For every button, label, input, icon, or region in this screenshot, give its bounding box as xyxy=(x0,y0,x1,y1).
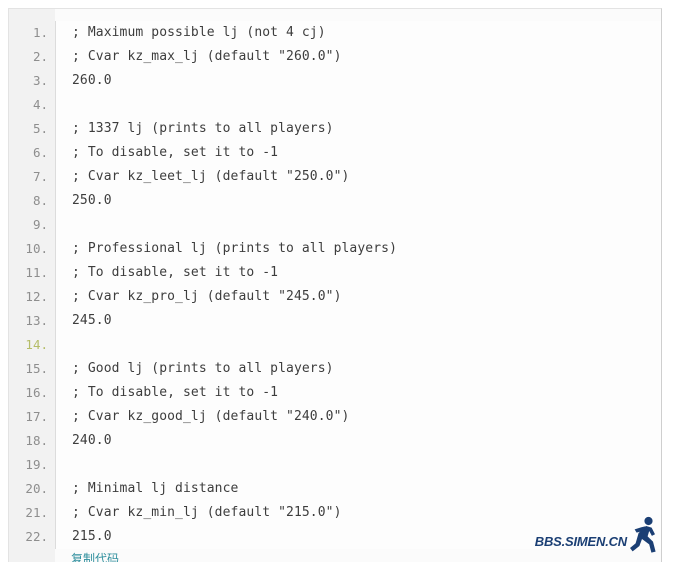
code-line: 1. ; Maximum possible lj (not 4 cj) xyxy=(33,21,661,45)
line-number: 2. xyxy=(32,49,48,64)
code-line-text: 260.0 xyxy=(72,73,112,88)
code-line: 5. ; 1337 lj (prints to all players) xyxy=(33,117,661,141)
code-line-text: ; Cvar kz_pro_lj (default "245.0") xyxy=(72,289,342,304)
code-line-text: ; Cvar kz_leet_lj (default "250.0") xyxy=(72,169,350,184)
line-number: 14. xyxy=(25,337,48,352)
code-line: 4. xyxy=(33,93,661,117)
code-line-text: ; Professional lj (prints to all players… xyxy=(72,241,397,256)
line-number: 10. xyxy=(25,241,48,256)
code-line-text: 240.0 xyxy=(72,433,112,448)
code-line: 9. xyxy=(33,213,661,237)
code-line-text: ; Cvar kz_max_lj (default "260.0") xyxy=(72,49,342,64)
code-line: 22. 215.0 xyxy=(25,525,661,549)
code-line-text: ; Minimal lj distance xyxy=(72,481,239,496)
code-line: 20. ; Minimal lj distance xyxy=(25,477,661,501)
line-number: 7. xyxy=(32,169,48,184)
line-number: 13. xyxy=(25,313,48,328)
line-number: 3. xyxy=(32,73,48,88)
code-line: 2. ; Cvar kz_max_lj (default "260.0") xyxy=(33,45,661,69)
code-line: 15. ; Good lj (prints to all players) xyxy=(25,357,661,381)
code-line: 21. ; Cvar kz_min_lj (default "215.0") xyxy=(25,501,661,525)
code-line: 18. 240.0 xyxy=(25,429,661,453)
code-line-list: 1. ; Maximum possible lj (not 4 cj) 2. ; Cv… xyxy=(9,21,661,549)
code-line: 3. 260.0 xyxy=(33,69,661,93)
code-line: 19. xyxy=(25,453,661,477)
code-line-text: 215.0 xyxy=(72,529,112,544)
code-scroll-area[interactable]: 1. ; Maximum possible lj (not 4 cj) 2. ; Cv… xyxy=(9,9,661,562)
code-line: 12. ; Cvar kz_pro_lj (default "245.0") xyxy=(25,285,661,309)
copy-code-link[interactable]: 复制代码 xyxy=(71,552,119,562)
code-line: 7. ; Cvar kz_leet_lj (default "250.0") xyxy=(33,165,661,189)
line-number: 8. xyxy=(32,193,48,208)
code-line: 14. xyxy=(25,333,661,357)
line-number: 21. xyxy=(25,505,48,520)
line-number: 19. xyxy=(25,457,48,472)
line-number: 1. xyxy=(32,25,48,40)
line-number: 22. xyxy=(25,529,48,544)
code-line: 11. ; To disable, set it to -1 xyxy=(25,261,661,285)
line-number: 20. xyxy=(25,481,48,496)
code-line-text: ; To disable, set it to -1 xyxy=(72,145,279,160)
code-line: 13. 245.0 xyxy=(25,309,661,333)
code-line-text: 245.0 xyxy=(72,313,112,328)
code-line-text: ; 1337 lj (prints to all players) xyxy=(72,121,334,136)
line-number: 17. xyxy=(25,409,48,424)
line-number: 12. xyxy=(25,289,48,304)
code-line-text: ; To disable, set it to -1 xyxy=(72,265,279,280)
code-line-text: ; Cvar kz_min_lj (default "215.0") xyxy=(72,505,342,520)
code-line: 16. ; To disable, set it to -1 xyxy=(25,381,661,405)
code-line-text: ; Maximum possible lj (not 4 cj) xyxy=(72,25,326,40)
code-line-text: 250.0 xyxy=(72,193,112,208)
code-line: 10. ; Professional lj (prints to all play… xyxy=(25,237,661,261)
copy-code-row: 复制代码 xyxy=(9,549,661,562)
code-block: 1. ; Maximum possible lj (not 4 cj) 2. ; Cv… xyxy=(8,8,662,562)
line-number: 11. xyxy=(25,265,48,280)
code-line: 8. 250.0 xyxy=(33,189,661,213)
code-line-text: ; Good lj (prints to all players) xyxy=(72,361,334,376)
code-line: 17. ; Cvar kz_good_lj (default "240.0") xyxy=(25,405,661,429)
code-line-text: ; To disable, set it to -1 xyxy=(72,385,279,400)
line-number: 18. xyxy=(25,433,48,448)
code-line-text: ; Cvar kz_good_lj (default "240.0") xyxy=(72,409,350,424)
line-number: 16. xyxy=(25,385,48,400)
code-line: 6. ; To disable, set it to -1 xyxy=(33,141,661,165)
line-number: 5. xyxy=(32,121,48,136)
line-number: 9. xyxy=(32,217,48,232)
line-number: 15. xyxy=(25,361,48,376)
line-number: 4. xyxy=(32,97,48,112)
line-number: 6. xyxy=(32,145,48,160)
